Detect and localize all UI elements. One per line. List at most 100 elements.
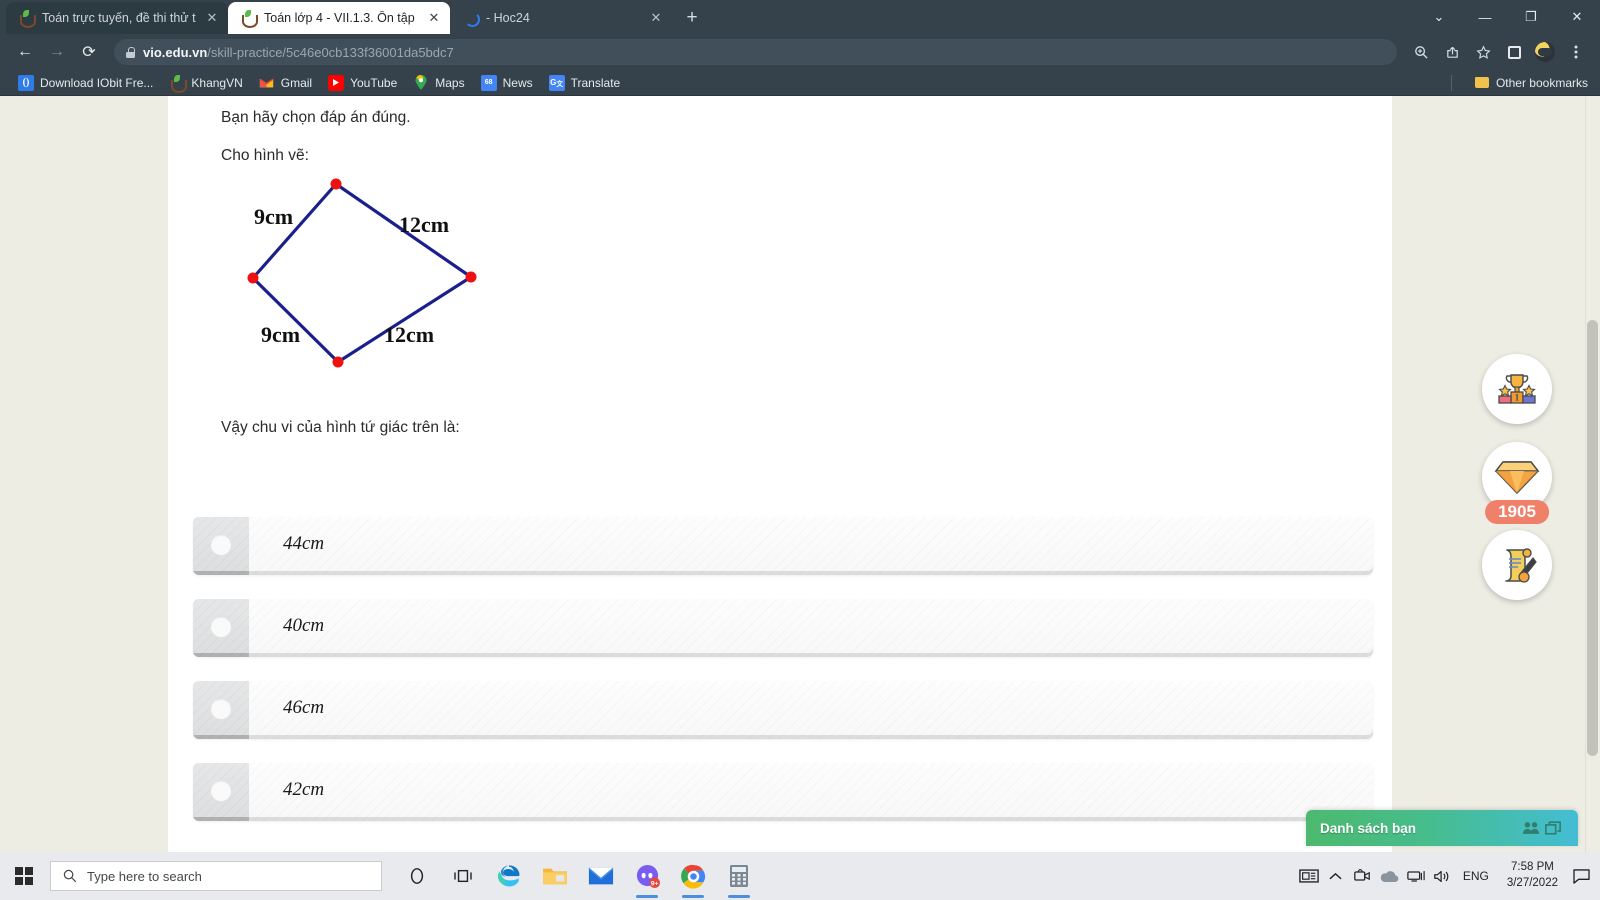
bookmark-iobit[interactable]: () Download IObit Fre... <box>10 73 161 93</box>
close-window-button[interactable]: ✕ <box>1554 0 1600 34</box>
radio-button[interactable] <box>211 535 231 555</box>
gmail-icon <box>259 75 275 91</box>
translate-icon: G文 <box>548 74 565 91</box>
other-bookmarks-label: Other bookmarks <box>1495 75 1588 90</box>
url-path: /skill-practice/5c46e0cb133f36001da5bdc7 <box>207 44 454 60</box>
forward-button[interactable]: → <box>42 37 72 67</box>
tab-strip: Toán trực tuyến, đề thi thử toán - ✕ Toá… <box>0 0 1600 34</box>
leaf-icon <box>169 74 188 93</box>
scroll-quill-badge[interactable] <box>1482 530 1552 600</box>
page-scrollbar-track[interactable] <box>1585 96 1600 852</box>
bookmark-gmail[interactable]: Gmail <box>251 73 320 93</box>
radio-knob[interactable] <box>193 517 249 575</box>
google-chrome-icon[interactable] <box>670 852 716 900</box>
diamond-badge[interactable]: 1905 <box>1482 442 1552 524</box>
bookmark-label: Translate <box>570 75 621 90</box>
news-weather-icon[interactable] <box>1295 852 1323 900</box>
question-prompt: Bạn hãy chọn đáp án đúng. <box>221 109 411 126</box>
task-view-icon[interactable] <box>440 852 486 900</box>
notification-icon[interactable] <box>1568 852 1594 900</box>
cortana-icon[interactable] <box>394 852 440 900</box>
close-tab-icon[interactable]: ✕ <box>426 10 442 26</box>
expand-window-icon[interactable] <box>1542 821 1564 835</box>
bookmark-label: Gmail <box>280 75 313 90</box>
url-domain: vio.edu.vn <box>143 44 208 60</box>
zoom-icon[interactable] <box>1407 38 1435 66</box>
answer-option-label: 44cm <box>283 533 325 554</box>
bookmark-star-icon[interactable] <box>1469 38 1497 66</box>
trophy-podium-badge[interactable]: 1 <box>1482 354 1552 424</box>
diamond-count-badge: 1905 <box>1485 500 1549 524</box>
maximize-button[interactable]: ❐ <box>1508 0 1554 34</box>
bookmark-translate[interactable]: G文 Translate <box>541 73 629 93</box>
answer-option-2[interactable]: 40cm <box>193 599 1373 657</box>
friends-list-widget[interactable]: Danh sách bạn <box>1306 810 1578 846</box>
windows-logo-icon <box>15 867 33 885</box>
other-bookmarks-button[interactable]: Other bookmarks <box>1466 73 1590 93</box>
youtube-icon <box>328 74 345 91</box>
start-button[interactable] <box>0 852 48 900</box>
taskbar-search-box[interactable]: Type here to search <box>50 861 382 891</box>
language-indicator[interactable]: ENG <box>1455 869 1497 883</box>
folder-icon <box>1474 75 1490 91</box>
reload-button[interactable]: ⟳ <box>74 37 104 67</box>
back-button[interactable]: ← <box>10 37 40 67</box>
onedrive-icon[interactable] <box>1375 852 1403 900</box>
answer-options-list: 44cm 40cm 46cm 42cm <box>193 517 1373 845</box>
address-bar[interactable]: vio.edu.vn/skill-practice/5c46e0cb133f36… <box>114 39 1397 65</box>
answer-option-3[interactable]: 46cm <box>193 681 1373 739</box>
radio-knob[interactable] <box>193 599 249 657</box>
search-icon <box>63 869 77 883</box>
discord-icon[interactable]: 9+ <box>624 852 670 900</box>
meet-now-icon[interactable] <box>1349 852 1375 900</box>
tab-title: Toán trực tuyến, đề thi thử toán - <box>42 11 196 25</box>
radio-button[interactable] <box>211 699 231 719</box>
radio-knob[interactable] <box>193 763 249 821</box>
page-scrollbar-thumb[interactable] <box>1587 320 1598 756</box>
browser-tab-1[interactable]: Toán trực tuyến, đề thi thử toán - ✕ <box>6 2 228 34</box>
answer-option-4[interactable]: 42cm <box>193 763 1373 821</box>
bookmark-maps[interactable]: Maps <box>405 73 472 93</box>
maps-pin-icon <box>413 75 429 91</box>
share-icon[interactable] <box>1438 38 1466 66</box>
radio-button[interactable] <box>211 617 231 637</box>
microsoft-edge-icon[interactable] <box>486 852 532 900</box>
bookmark-news[interactable]: 68 News <box>473 73 541 93</box>
bookmark-khangvn[interactable]: KhangVN <box>161 73 250 93</box>
radio-button[interactable] <box>211 781 231 801</box>
bookmark-youtube[interactable]: YouTube <box>320 73 405 93</box>
news-icon: 68 <box>480 74 497 91</box>
profile-avatar[interactable] <box>1531 38 1559 66</box>
answer-option-label: 46cm <box>283 697 325 718</box>
show-hidden-icons-chevron[interactable] <box>1323 852 1349 900</box>
new-tab-button[interactable]: + <box>678 4 706 32</box>
bookmark-label: News <box>502 75 533 90</box>
svg-text:9+: 9+ <box>650 880 658 887</box>
bookmarks-bar: () Download IObit Fre... KhangVN Gmail Y… <box>0 70 1600 96</box>
tab-search-icon[interactable]: ⌄ <box>1416 0 1462 34</box>
browser-tab-3[interactable]: - Hoc24 ✕ <box>450 2 672 34</box>
close-tab-icon[interactable]: ✕ <box>648 10 664 26</box>
volume-icon[interactable] <box>1429 852 1455 900</box>
taskbar-clock[interactable]: 7:58 PM 3/27/2022 <box>1497 852 1568 900</box>
toolbar-icons <box>1407 38 1590 66</box>
three-dot-menu-icon[interactable] <box>1562 38 1590 66</box>
radio-knob[interactable] <box>193 681 249 739</box>
clock-time: 7:58 PM <box>1511 861 1554 874</box>
calculator-icon[interactable] <box>716 852 762 900</box>
browser-tab-2-active[interactable]: Toán lớp 4 - VII.1.3. Ôn tập về chu ✕ <box>228 2 450 34</box>
side-panel-icon[interactable] <box>1500 38 1528 66</box>
friends-group-icon[interactable] <box>1520 821 1542 835</box>
mail-icon[interactable] <box>578 852 624 900</box>
page-viewport: Bạn hãy chọn đáp án đúng. Cho hình vẽ: 9… <box>0 96 1600 852</box>
answer-option-1[interactable]: 44cm <box>193 517 1373 575</box>
network-icon[interactable] <box>1403 852 1429 900</box>
minimize-button[interactable]: — <box>1462 0 1508 34</box>
leaf-icon <box>240 10 258 28</box>
file-explorer-icon[interactable] <box>532 852 578 900</box>
answer-option-label: 40cm <box>283 615 325 636</box>
close-tab-icon[interactable]: ✕ <box>204 10 220 26</box>
leaf-icon <box>18 10 36 28</box>
windows-taskbar: Type here to search 9+ ENG 7:58 PM 3/27/… <box>0 852 1600 900</box>
question-text: Vậy chu vi của hình tứ giác trên là: <box>221 419 460 436</box>
